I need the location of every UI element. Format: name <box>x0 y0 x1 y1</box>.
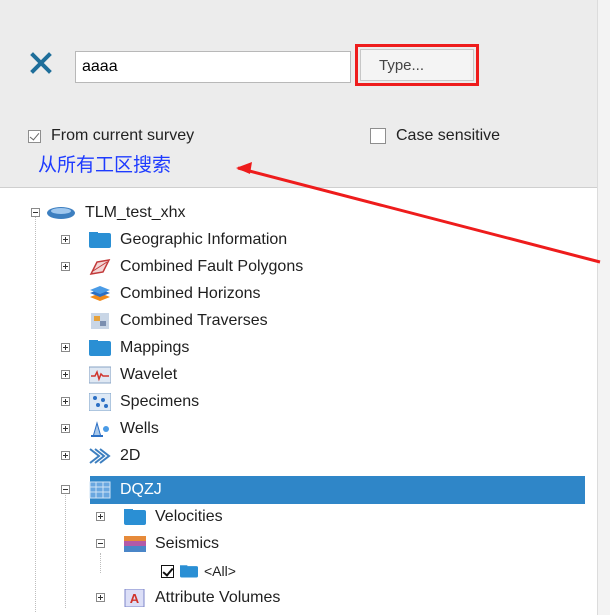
traverses-icon <box>91 313 109 329</box>
folder-icon <box>124 509 146 525</box>
tree-item-specimens[interactable]: Specimens <box>89 389 199 415</box>
tree-item-label: Velocities <box>155 508 223 525</box>
expander-mappings[interactable] <box>61 343 70 352</box>
tree-item-label: Specimens <box>120 393 200 410</box>
tree-item-label: Combined Traverses <box>120 312 268 329</box>
attribute-icon: A <box>124 589 145 607</box>
expander-attribute-volumes[interactable] <box>96 593 105 602</box>
type-button-highlight: Type... <box>355 44 479 86</box>
tree-item-seismics[interactable]: Seismics <box>124 531 219 557</box>
tree-item-label: <All> <box>204 563 236 579</box>
root-expander[interactable] <box>31 208 40 217</box>
annotation-text: 从所有工区搜索 <box>38 154 172 176</box>
tree-item-label: Combined Fault Polygons <box>120 258 304 275</box>
from-current-survey-option[interactable]: From current survey <box>28 125 194 147</box>
selected-row-highlight <box>90 476 585 504</box>
tree-item-velocities[interactable]: Velocities <box>124 504 223 530</box>
seismics-icon <box>124 536 146 552</box>
expander-velocities[interactable] <box>96 512 105 521</box>
tree-item-label: 2D <box>120 447 141 464</box>
tree-item-label: Combined Horizons <box>120 285 261 302</box>
survey-root-icon <box>47 207 75 219</box>
expander-specimens[interactable] <box>61 397 70 406</box>
expander-2d[interactable] <box>61 451 70 460</box>
search-input[interactable] <box>75 51 351 83</box>
tree-item-combined-fault-polygons[interactable]: Combined Fault Polygons <box>89 254 303 280</box>
fault-polygon-icon <box>89 259 111 275</box>
wavelet-icon <box>89 366 111 384</box>
from-current-survey-label: From current survey <box>51 127 195 144</box>
tree-item-dqzj[interactable]: DQZJ <box>89 477 162 503</box>
object-tree: TLM_test_xhx Geographic Information Comb… <box>0 188 597 615</box>
tree-root-label: TLM_test_xhx <box>85 204 186 221</box>
folder-icon <box>89 340 111 356</box>
expander-wavelet[interactable] <box>61 370 70 379</box>
tree-item-attribute-volumes[interactable]: A Attribute Volumes <box>124 585 280 611</box>
survey-3d-icon <box>89 481 111 499</box>
tree-item-wells[interactable]: Wells <box>89 416 159 442</box>
tree-item-2d[interactable]: 2D <box>89 443 140 469</box>
expander-geographic[interactable] <box>61 235 70 244</box>
tree-item-label: Geographic Information <box>120 231 288 248</box>
case-sensitive-checkbox[interactable] <box>370 128 386 144</box>
tree-item-wavelet[interactable]: Wavelet <box>89 362 177 388</box>
folder-icon <box>180 565 198 578</box>
2d-icon <box>89 448 111 464</box>
search-panel: Type... From current survey Case sensiti… <box>0 0 597 615</box>
tree-item-all[interactable]: <All> <box>161 558 236 584</box>
all-checkbox[interactable] <box>161 564 174 578</box>
tree-root[interactable]: TLM_test_xhx <box>46 200 185 226</box>
expander-seismics[interactable] <box>96 539 105 548</box>
tree-item-label: Wells <box>120 420 159 437</box>
horizons-icon <box>90 286 110 301</box>
expander-fault-polygons[interactable] <box>61 262 70 271</box>
tree-item-label: Attribute Volumes <box>155 589 281 606</box>
close-icon[interactable] <box>30 52 52 74</box>
splitter[interactable] <box>597 0 610 615</box>
specimens-icon <box>89 393 111 411</box>
expander-wells[interactable] <box>61 424 70 433</box>
wells-icon <box>91 421 109 438</box>
folder-icon <box>89 232 111 248</box>
type-button[interactable]: Type... <box>360 49 474 81</box>
tree-item-label: Wavelet <box>120 366 178 383</box>
tree-item-label: Seismics <box>155 535 220 552</box>
tree-item-mappings[interactable]: Mappings <box>89 335 189 361</box>
tree-item-combined-horizons[interactable]: Combined Horizons <box>89 281 261 307</box>
expander-dqzj[interactable] <box>61 485 70 494</box>
tree-item-label: DQZJ <box>120 481 162 498</box>
case-sensitive-option[interactable]: Case sensitive <box>370 125 500 147</box>
tree-item-geographic-information[interactable]: Geographic Information <box>89 227 287 253</box>
tree-item-combined-traverses[interactable]: Combined Traverses <box>89 308 268 334</box>
tree-item-label: Mappings <box>120 339 190 356</box>
search-toolbar: Type... From current survey Case sensiti… <box>0 0 597 188</box>
case-sensitive-label: Case sensitive <box>396 127 501 144</box>
svg-text:A: A <box>130 591 140 606</box>
from-current-survey-checkbox[interactable] <box>28 129 41 143</box>
